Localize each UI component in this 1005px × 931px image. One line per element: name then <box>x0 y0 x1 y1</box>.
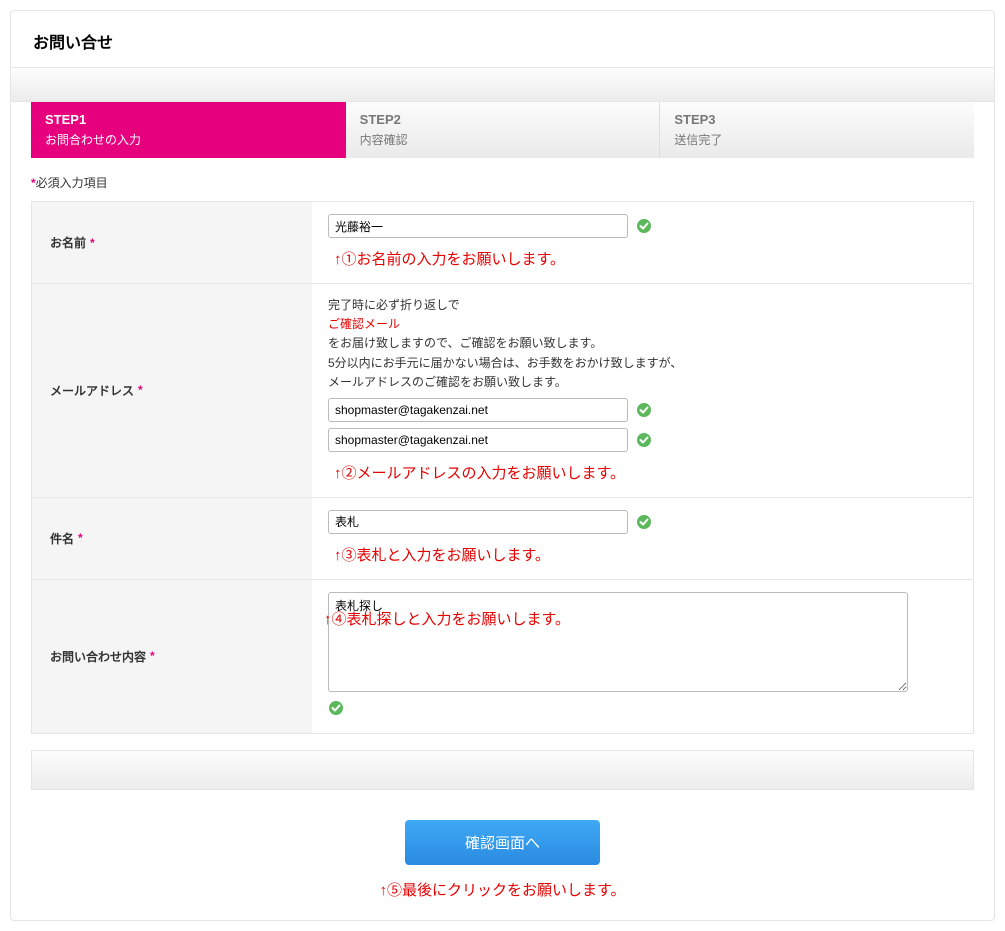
form-table: お名前 * ↑①お名前の入力をお願いします。 メールアドレス * 完了時に必ず折… <box>31 201 974 734</box>
body-textarea[interactable] <box>328 592 908 692</box>
contact-form-card: お問い合せ STEP1 お問合わせの入力 STEP2 内容確認 STEP3 送信… <box>10 10 995 921</box>
input-line <box>328 214 957 238</box>
value-body: ↑④表札探しと入力をお願いします。 <box>312 580 973 733</box>
required-text: 必須入力項目 <box>36 176 108 190</box>
annotation-3: ↑③表札と入力をお願いします。 <box>334 544 957 565</box>
footer-band <box>31 750 974 790</box>
label-text: お名前 <box>50 234 86 251</box>
asterisk-icon: * <box>138 383 143 397</box>
label-text: メールアドレス <box>50 382 134 399</box>
asterisk-icon: * <box>150 649 155 663</box>
label-text: 件名 <box>50 530 74 547</box>
value-subject: ↑③表札と入力をお願いします。 <box>312 498 973 579</box>
asterisk-icon: * <box>90 236 95 250</box>
label-body: お問い合わせ内容 * <box>32 580 312 733</box>
confirm-button[interactable]: 確認画面へ <box>405 820 600 865</box>
row-name: お名前 * ↑①お名前の入力をお願いします。 <box>32 202 973 283</box>
step-title: STEP3 <box>674 112 960 127</box>
check-icon <box>636 402 652 418</box>
check-icon <box>636 432 652 448</box>
page-title: お問い合せ <box>11 11 994 68</box>
required-note: *必須入力項目 <box>31 174 974 191</box>
asterisk-icon: * <box>78 531 83 545</box>
step-3: STEP3 送信完了 <box>660 102 974 158</box>
row-email: メールアドレス * 完了時に必ず折り返しで ご確認メール をお届け致しますので、… <box>32 283 973 497</box>
row-body: お問い合わせ内容 * ↑④表札探しと入力をお願いします。 <box>32 579 973 733</box>
label-name: お名前 * <box>32 202 312 283</box>
submit-wrap: 確認画面へ <box>11 820 994 865</box>
annotation-2: ↑②メールアドレスの入力をお願いします。 <box>334 462 957 483</box>
email-input-1[interactable] <box>328 398 628 422</box>
label-subject: 件名 * <box>32 498 312 579</box>
info-l1: 完了時に必ず折り返しで <box>328 298 460 312</box>
label-email: メールアドレス * <box>32 284 312 497</box>
step-tabs: STEP1 お問合わせの入力 STEP2 内容確認 STEP3 送信完了 <box>31 102 974 158</box>
check-icon <box>328 700 344 716</box>
input-line <box>328 428 957 452</box>
label-text: お問い合わせ内容 <box>50 648 146 665</box>
info-l3: 5分以内にお手元に届かない場合は、お手数をおかけ致しますが、 <box>328 356 682 370</box>
step-title: STEP2 <box>360 112 646 127</box>
header-band <box>11 68 994 102</box>
step-1: STEP1 お問合わせの入力 <box>31 102 346 158</box>
step-title: STEP1 <box>45 112 331 127</box>
input-line <box>328 510 957 534</box>
check-icon <box>636 218 652 234</box>
input-line <box>328 398 957 422</box>
name-input[interactable] <box>328 214 628 238</box>
annotation-1: ↑①お名前の入力をお願いします。 <box>334 248 957 269</box>
info-l4: メールアドレスのご確認をお願い致します。 <box>328 375 567 389</box>
step-sub: 内容確認 <box>360 131 646 148</box>
step-sub: お問合わせの入力 <box>45 131 331 148</box>
value-email: 完了時に必ず折り返しで ご確認メール をお届け致しますので、ご確認をお願い致しま… <box>312 284 973 497</box>
annotation-5: ↑⑤最後にクリックをお願いします。 <box>11 879 994 900</box>
check-icon <box>636 514 652 530</box>
step-2: STEP2 内容確認 <box>346 102 661 158</box>
row-subject: 件名 * ↑③表札と入力をお願いします。 <box>32 497 973 579</box>
email-info: 完了時に必ず折り返しで ご確認メール をお届け致しますので、ご確認をお願い致しま… <box>328 296 957 392</box>
email-input-2[interactable] <box>328 428 628 452</box>
subject-input[interactable] <box>328 510 628 534</box>
step-sub: 送信完了 <box>674 131 960 148</box>
value-name: ↑①お名前の入力をお願いします。 <box>312 202 973 283</box>
info-red: ご確認メール <box>328 317 400 331</box>
info-l2: をお届け致しますので、ご確認をお願い致します。 <box>328 336 602 350</box>
